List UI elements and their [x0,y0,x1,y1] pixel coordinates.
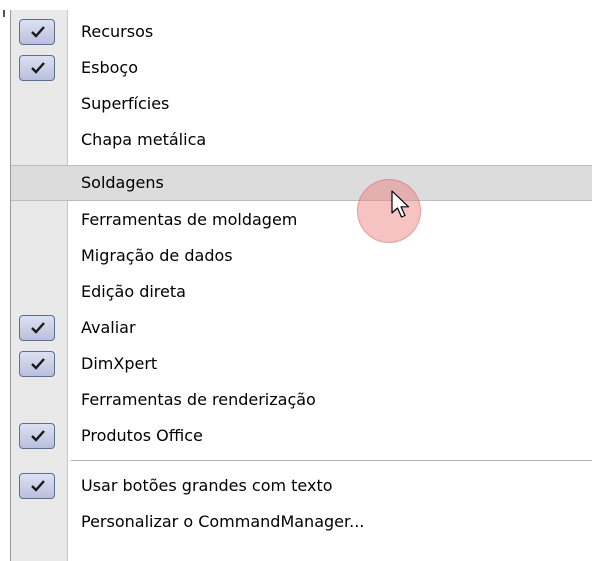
menu-item-label: Ferramentas de moldagem [81,210,298,229]
checkmark-icon [31,26,45,38]
menu-item-label: Edição direta [81,282,186,301]
checked-indicator [19,351,55,377]
commandmanager-context-menu: Recursos Esboço Superfícies Chapa metáli… [10,10,592,561]
menu-item-avaliar[interactable]: Avaliar [11,310,592,346]
checkmark-icon [31,62,45,74]
checkmark-icon [31,322,45,334]
menu-item-label: Esboço [81,58,138,77]
checked-indicator [19,473,55,499]
checkmark-icon [31,358,45,370]
checked-indicator [19,423,55,449]
edge-mark [3,10,5,17]
menu-item-label: Ferramentas de renderização [81,390,316,409]
menu-item-dimxpert[interactable]: DimXpert [11,346,592,382]
menu-item-label: DimXpert [81,354,158,373]
checkmark-icon [31,480,45,492]
menu-item-migracao-de-dados[interactable]: Migração de dados [11,238,592,274]
menu-item-label: Soldagens [81,173,164,192]
menu-item-label: Recursos [81,22,154,41]
menu-item-superficies[interactable]: Superfícies [11,86,592,122]
menu-item-esboco[interactable]: Esboço [11,50,592,86]
menu-item-label: Usar botões grandes com texto [81,476,333,495]
checkmark-icon [31,430,45,442]
menu-item-label: Chapa metálica [81,130,207,149]
menu-item-edicao-direta[interactable]: Edição direta [11,274,592,310]
menu-item-label: Migração de dados [81,246,233,265]
menu-item-personalizar-commandmanager[interactable]: Personalizar o CommandManager... [11,504,592,540]
screenshot-stage: Recursos Esboço Superfícies Chapa metáli… [0,0,592,561]
checked-indicator [19,315,55,341]
menu-item-label: Avaliar [81,318,136,337]
menu-item-chapa-metalica[interactable]: Chapa metálica [11,122,592,158]
checked-indicator [19,19,55,45]
menu-item-ferramentas-de-moldagem[interactable]: Ferramentas de moldagem [11,202,592,238]
menu-separator [71,460,592,461]
menu-item-produtos-office[interactable]: Produtos Office [11,418,592,454]
menu-item-recursos[interactable]: Recursos [11,14,592,50]
menu-item-label: Personalizar o CommandManager... [81,512,365,531]
menu-item-ferramentas-de-renderizacao[interactable]: Ferramentas de renderização [11,382,592,418]
mouse-pointer-icon [391,190,410,218]
menu-item-label: Superfícies [81,94,170,113]
menu-item-soldagens[interactable]: Soldagens [11,165,592,201]
checked-indicator [19,55,55,81]
menu-item-label: Produtos Office [81,426,203,445]
menu-item-usar-botoes-grandes[interactable]: Usar botões grandes com texto [11,468,592,504]
